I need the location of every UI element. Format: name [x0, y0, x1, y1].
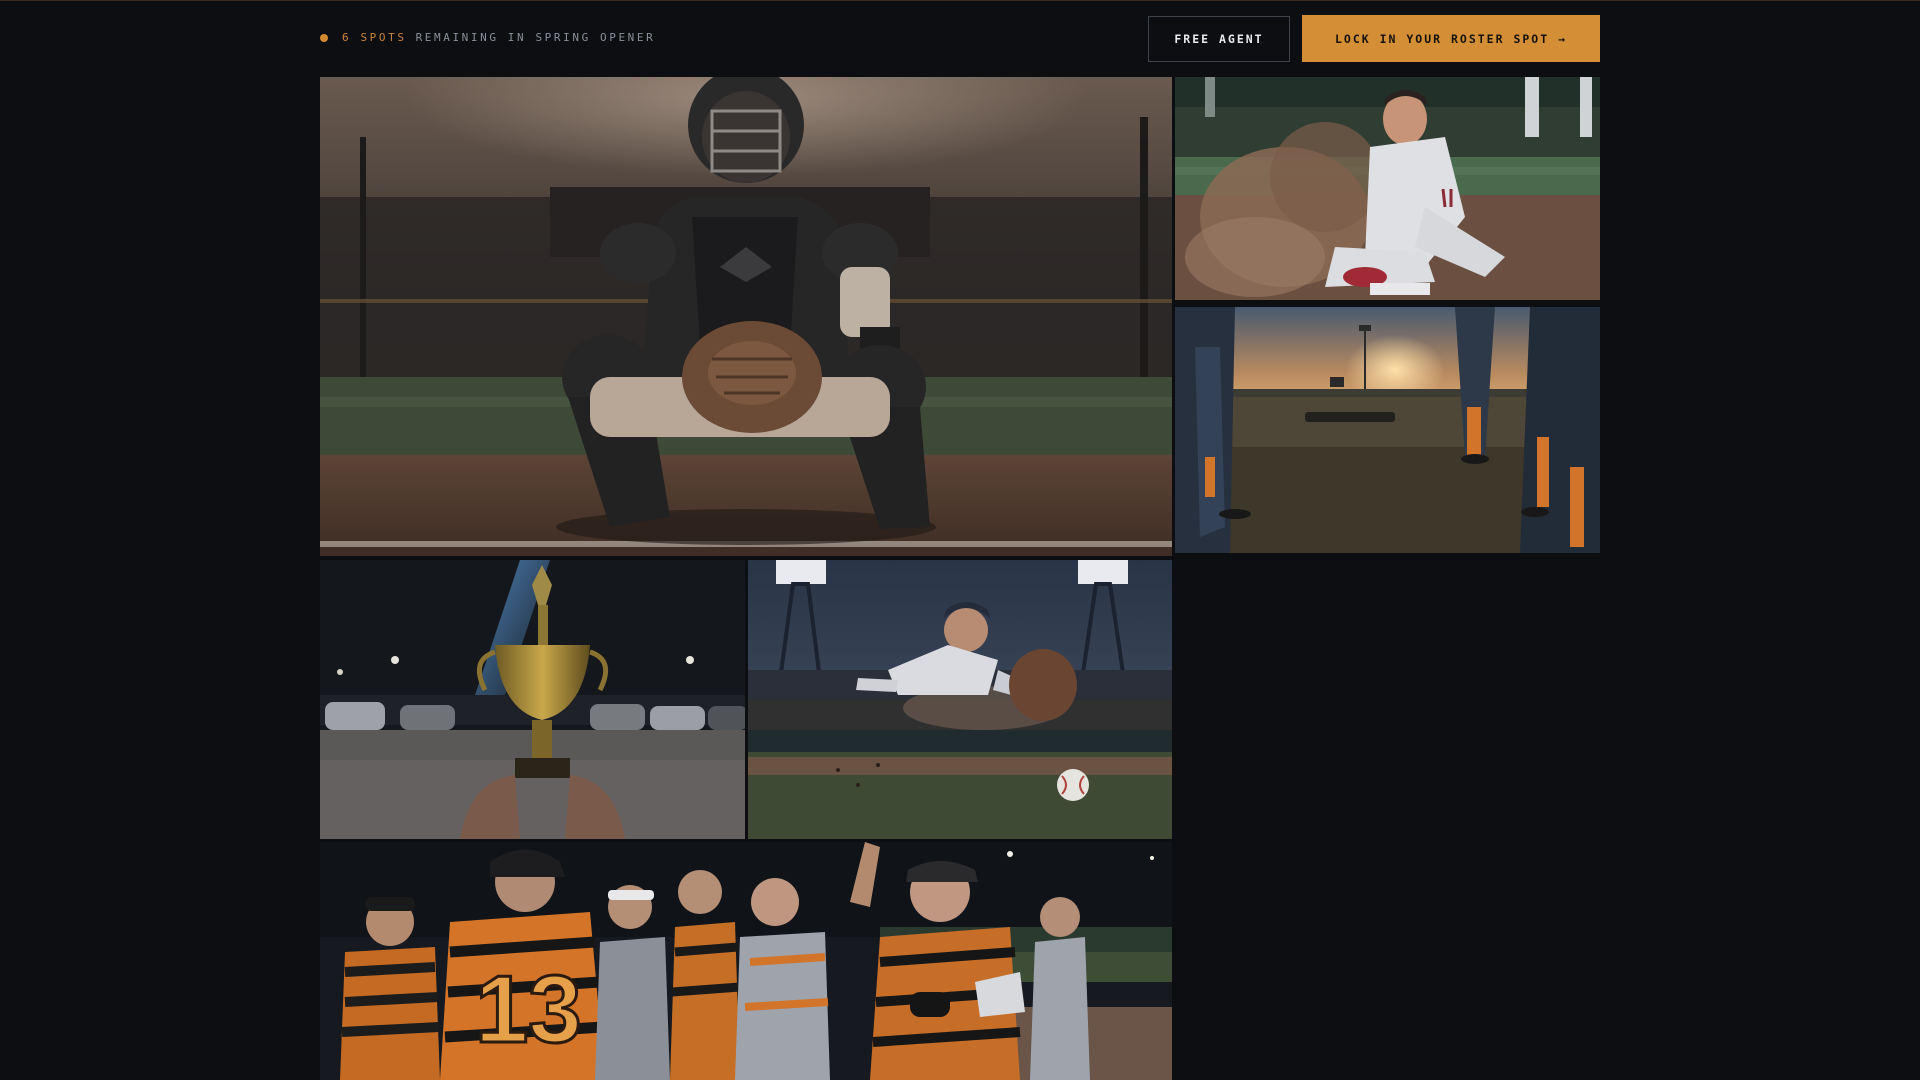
landing-page: 6 SPOTS REMAINING IN SPRING OPENER FREE … — [0, 0, 1920, 1080]
spots-count: 6 SPOTS — [342, 31, 407, 44]
team-celebrating-photo: 13 — [320, 842, 1172, 1080]
status-dot-icon — [320, 33, 328, 42]
catcher-crouching-photo — [320, 77, 1172, 556]
free-agent-button[interactable]: FREE AGENT — [1148, 16, 1290, 62]
lock-in-roster-spot-button[interactable]: LOCK IN YOUR ROSTER SPOT → — [1302, 15, 1600, 62]
jersey-number: 13 — [475, 956, 582, 1063]
fielder-diving-for-ball-photo — [748, 560, 1172, 839]
top-divider — [0, 0, 1920, 1]
team-huddle-at-sunset-photo — [1175, 307, 1600, 553]
spots-remaining-status: 6 SPOTS REMAINING IN SPRING OPENER — [320, 31, 655, 44]
spots-remaining-text: REMAINING IN SPRING OPENER — [415, 31, 656, 44]
player-sliding-into-base-photo — [1175, 77, 1600, 300]
trophy-in-parking-lot-photo — [320, 560, 745, 839]
